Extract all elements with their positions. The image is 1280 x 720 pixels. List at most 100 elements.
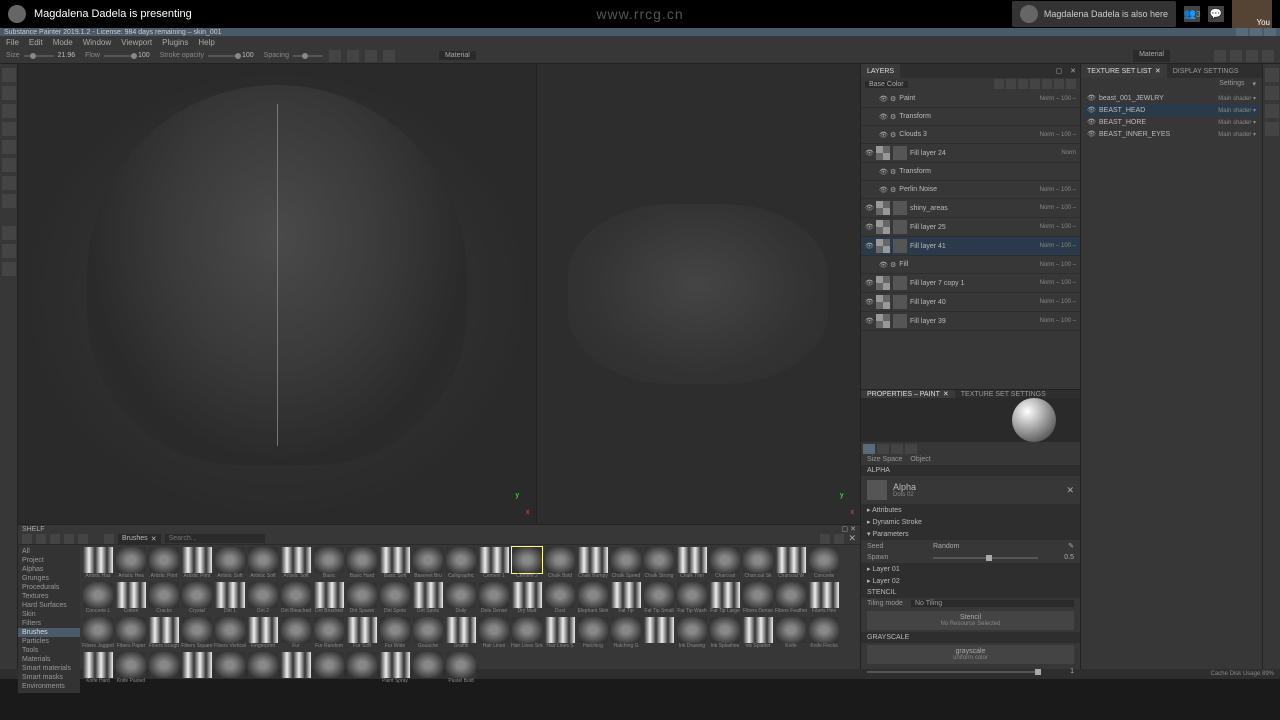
layer01-section[interactable]: ▸ Layer 01 [861,563,1080,575]
brush-item[interactable]: Dirt Bleached [280,582,312,616]
texset-list-tab[interactable]: TEXTURE SET LIST✕ [1081,64,1167,78]
shelf-grid-icon[interactable] [820,534,830,544]
visibility-icon[interactable]: 👁 [879,131,887,139]
brush-item[interactable]: Ink Splatter [742,617,774,651]
add-folder-icon[interactable] [1042,79,1052,89]
close-button[interactable] [1264,28,1276,36]
visibility-icon[interactable]: 👁 [865,223,873,231]
layer-thumb[interactable] [893,239,907,253]
clone-tool[interactable] [2,158,16,172]
brush-item[interactable]: Fibers Vertical [214,617,246,651]
visibility-icon[interactable]: 👁 [865,279,873,287]
brush-item[interactable]: Basic Soft [379,547,411,581]
dynstroke-section[interactable]: ▸ Dynamic Stroke [861,516,1080,528]
brush-item[interactable]: Dirt Spots [379,582,411,616]
effect-icon[interactable]: ⚙ [890,186,896,194]
shelf-close2-icon[interactable]: ✕ [848,533,856,544]
shelf-view-icon[interactable] [50,534,60,544]
texset-row[interactable]: 👁BEAST_INNER_EYESMain shader ▾ [1083,128,1260,140]
stencil-section[interactable]: STENCIL [861,587,1080,598]
layer-thumb[interactable] [893,295,907,309]
shelf-filter-tab[interactable]: Brushes✕ [118,534,161,544]
stencil-button[interactable]: Stencil No Resource Selected [867,611,1074,630]
brush-item[interactable]: Dust [544,582,576,616]
mask-thumb[interactable] [876,146,890,160]
layer-name[interactable]: Fill layer 25 [910,224,1037,231]
brush-item[interactable]: Knife Hard [82,652,114,686]
visibility-icon[interactable]: 👁 [865,149,873,157]
layer-name[interactable]: Fill layer 40 [910,299,1037,306]
brush-item[interactable]: Chalk Bumpy [577,547,609,581]
add-layer-icon[interactable] [1018,79,1028,89]
brush-item[interactable]: Doily [445,582,477,616]
layer-effect-icon[interactable] [994,79,1004,89]
flow-value[interactable]: 100 [138,52,150,59]
layer-row[interactable]: 👁⚙Clouds 3Norm – 100 – [861,126,1080,144]
brush-item[interactable]: Cement 1 [478,547,510,581]
mask-thumb[interactable] [876,314,890,328]
brush-item[interactable]: Charcoal Sk [742,547,774,581]
visibility-icon[interactable]: 👁 [865,242,873,250]
effect-icon[interactable]: ⚙ [890,261,896,269]
attributes-section[interactable]: ▸ Attributes [861,504,1080,516]
layer-row[interactable]: 👁Fill layer 41Norm – 100 – [861,237,1080,256]
brush-item[interactable]: Artistic Soft [280,547,312,581]
brush-item[interactable]: Dirt Spawn [346,582,378,616]
brush-item[interactable]: Artistic Hea [115,547,147,581]
texset-settings-dd[interactable]: Settings [1219,80,1244,88]
brush-item[interactable] [247,652,279,686]
parameters-section[interactable]: ▾ Parameters [861,528,1080,540]
quick-mask-tool[interactable] [2,226,16,240]
shelf-category[interactable]: Brushes [18,628,80,637]
brush-item[interactable]: Graffiti [445,617,477,651]
layer-thumb[interactable] [893,146,907,160]
flow-slider[interactable] [104,55,134,57]
visibility-icon[interactable]: 👁 [879,168,887,176]
channel-dropdown[interactable]: Base Color [865,81,908,88]
spawn-slider[interactable] [933,557,1038,559]
brush-item[interactable]: Fibers Square [181,617,213,651]
texset-settings-tab[interactable]: TEXTURE SET SETTINGS [955,390,1052,398]
symmetry-settings-icon[interactable] [347,50,359,62]
visibility-icon[interactable]: 👁 [1087,94,1095,102]
layer02-section[interactable]: ▸ Layer 02 [861,575,1080,587]
brush-item[interactable]: Basic [313,547,345,581]
layer-thumb[interactable] [893,201,907,215]
layer-row[interactable]: 👁Fill layer 24Norm [861,144,1080,163]
shelf-category[interactable]: Materials [18,655,80,664]
texset-row[interactable]: 👁BEAST_HEADMain shader ▾ [1083,104,1260,116]
shelf-view-icon[interactable] [22,534,32,544]
shelf-close-icon[interactable]: ✕ [850,526,856,533]
shelf-category[interactable]: Procedurals [18,583,80,592]
menu-viewport[interactable]: Viewport [121,38,152,47]
layer-thumb[interactable] [893,276,907,290]
opacity-value[interactable]: 100 [242,52,254,59]
brush-item[interactable]: Dots Dense [478,582,510,616]
spacing-slider[interactable] [293,55,323,57]
shelf-category[interactable]: Project [18,556,80,565]
add-fill-icon[interactable] [1030,79,1040,89]
shelf-category[interactable]: Smart materials [18,664,80,673]
log-icon[interactable] [1265,86,1279,100]
spawn-value[interactable]: 0.5 [1044,554,1074,561]
grayscale-section[interactable]: GRAYSCALE [861,632,1080,643]
material-viewport-dd[interactable]: Material [439,51,476,60]
brush-item[interactable] [412,652,444,686]
menu-edit[interactable]: Edit [29,38,43,47]
shelf-category[interactable]: Hard Surfaces [18,601,80,610]
layers-tab[interactable]: LAYERS [861,64,900,78]
baking-tool[interactable] [2,244,16,258]
self-video-thumb[interactable]: You [1232,0,1272,28]
shelf-pin-icon[interactable]: ▢ [842,526,849,533]
brush-item[interactable]: Crystal [181,582,213,616]
help-icon[interactable] [1265,122,1279,136]
layer-name[interactable]: Fill layer 7 copy 1 [910,280,1037,287]
blend-mode[interactable]: Norm – 100 – [1040,224,1076,230]
brush-item[interactable]: Fibers Paper [115,617,147,651]
blend-mode[interactable]: Norm – 100 – [1040,243,1076,249]
visibility-icon[interactable]: 👁 [1087,118,1095,126]
shelf-category[interactable]: Textures [18,592,80,601]
brush-item[interactable]: Concrete L [82,582,114,616]
effect-icon[interactable]: ⚙ [890,113,896,121]
shelf-category[interactable]: Environments [18,682,80,691]
